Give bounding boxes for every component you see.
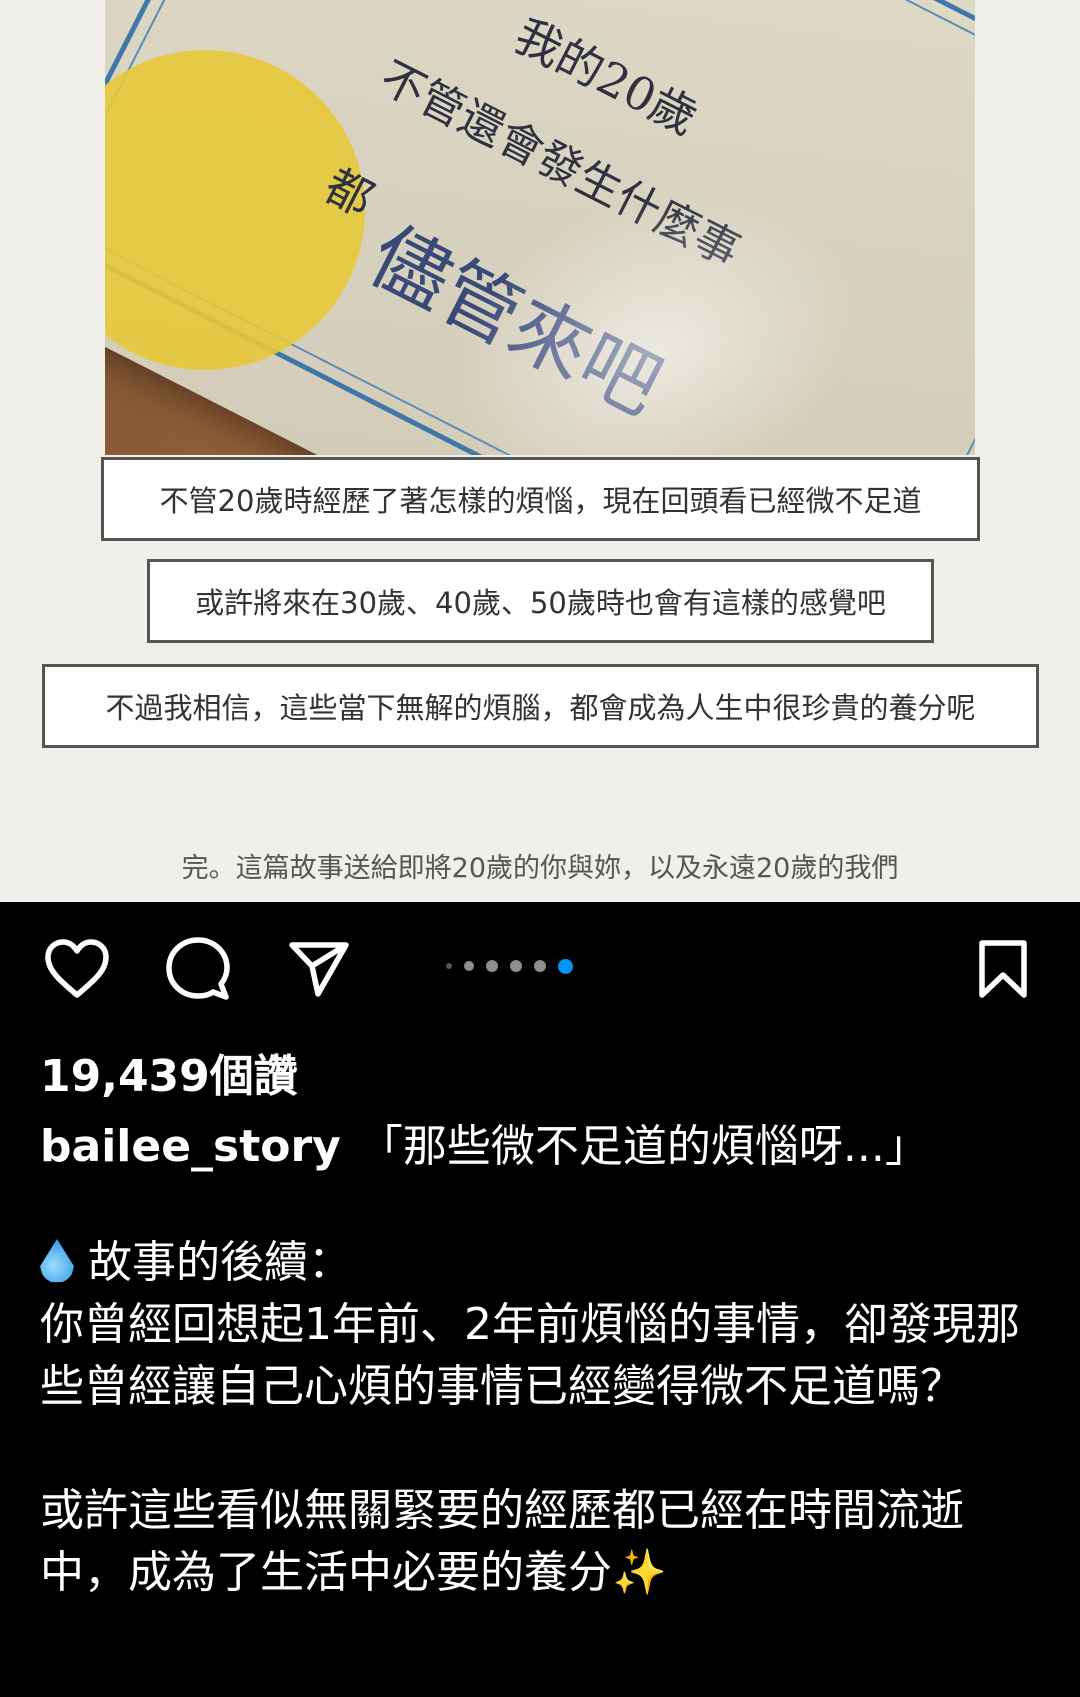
handwritten-card-photo: 我的20歲 不管還會發生什麼事 都 儘管來吧 <box>105 0 975 455</box>
carousel-dot <box>486 960 498 972</box>
image-caption-2: 或許將來在30歲、40歲、50歲時也會有這樣的感覺吧 <box>147 559 934 643</box>
image-caption-3: 不過我相信，這些當下無解的煩腦，都會成為人生中很珍貴的養分呢 <box>42 664 1039 748</box>
save-button[interactable] <box>968 934 1038 1004</box>
caption-paragraph-2-line: 或許這些看似無關緊要的經歷都已經在時間流逝中，成為了生活中必要的養分✨ <box>40 1480 1040 1604</box>
sparkles-emoji: ✨ <box>612 1547 667 1598</box>
caption-section-title: 故事的後續： <box>88 1237 352 1288</box>
carousel-dot-active <box>558 958 573 974</box>
caption-body: 故事的後續： 你曾經回想起1年前、2年前煩惱的事情，卻發現那些曾經讓自己心煩的事… <box>40 1232 1040 1604</box>
comment-bubble-icon <box>166 937 230 1000</box>
droplet-emoji <box>40 1239 74 1283</box>
comment-button[interactable] <box>163 934 233 1004</box>
heart-icon <box>45 939 109 998</box>
image-caption-1: 不管20歲時經歷了著怎樣的煩惱，現在回頭看已經微不足道 <box>101 457 980 541</box>
caption-paragraph-2: 或許這些看似無關緊要的經歷都已經在時間流逝中，成為了生活中必要的養分 <box>40 1485 964 1598</box>
post-action-bar <box>0 902 1080 1022</box>
carousel-dot <box>464 961 474 971</box>
like-count[interactable]: 19,439個讚 <box>40 1040 298 1104</box>
carousel-dot <box>534 960 546 972</box>
like-button[interactable] <box>42 934 112 1004</box>
bookmark-icon <box>979 940 1027 998</box>
carousel-dot <box>446 963 452 969</box>
caption-headline: 「那些微不足道的煩惱呀...」 <box>358 1121 929 1172</box>
carousel-dot <box>510 960 522 972</box>
carousel-indicator <box>440 958 579 974</box>
caption-username[interactable]: bailee_story <box>40 1121 341 1172</box>
caption-section-title-line: 故事的後續： <box>40 1232 1040 1294</box>
caption-header: bailee_story 「那些微不足道的煩惱呀...」 <box>40 1110 929 1174</box>
share-button[interactable] <box>284 934 354 1004</box>
image-end-note: 完。這篇故事送給即將20歲的你與妳，以及永遠20歲的我們 <box>181 853 899 884</box>
caption-paragraph-1: 你曾經回想起1年前、2年前煩惱的事情，卻發現那些曾經讓自己心煩的事情已經變得微不… <box>40 1299 1020 1412</box>
paper-plane-icon <box>289 942 349 997</box>
post-image[interactable]: 我的20歲 不管還會發生什麼事 都 儘管來吧 不管20歲時經歷了著怎樣的煩惱，現… <box>0 0 1080 902</box>
